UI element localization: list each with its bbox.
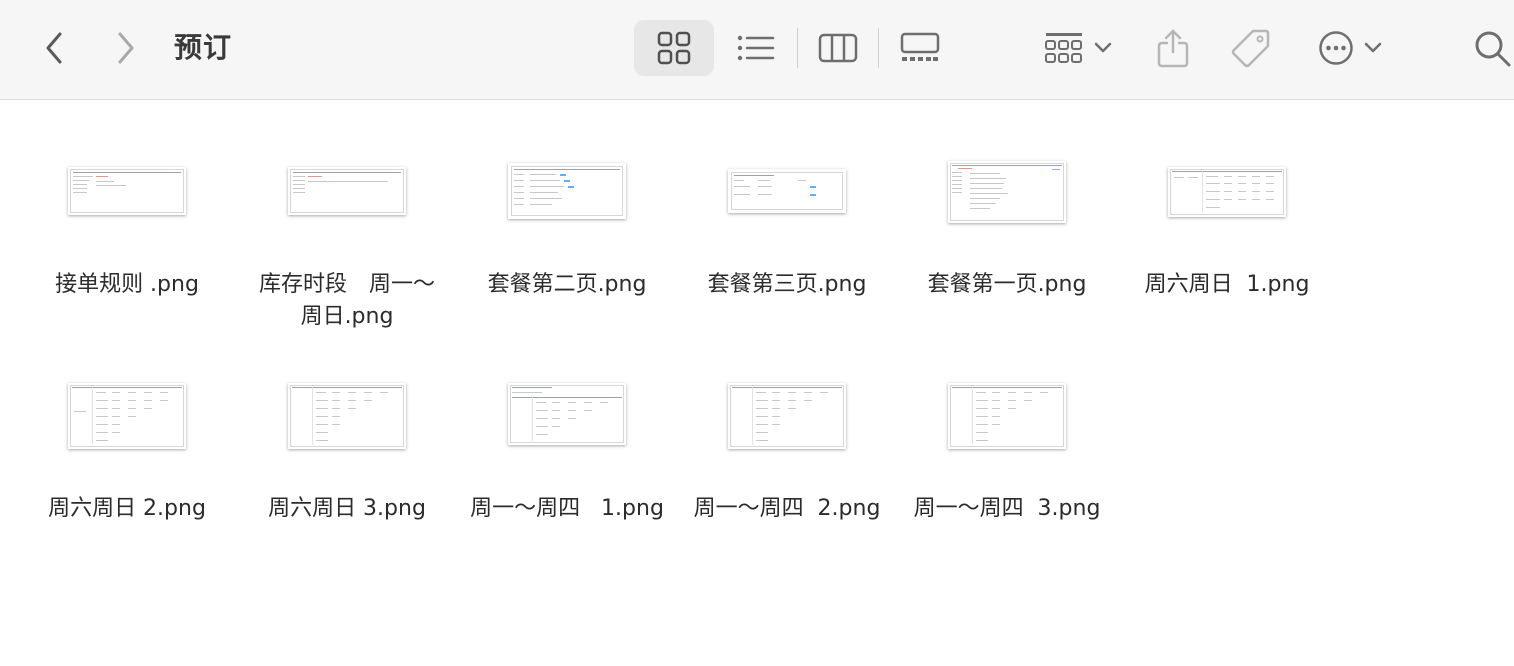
file-name: 套餐第二页.png [487, 272, 647, 297]
file-name: 周一～周四 3.png [913, 496, 1101, 521]
file-thumbnail [948, 161, 1066, 223]
gallery-view-button[interactable] [890, 20, 950, 76]
file-name: 周六周日 2.png [48, 496, 206, 521]
gallery-view-icon [900, 32, 940, 61]
share-icon [1157, 29, 1189, 68]
more-actions-button[interactable] [1310, 20, 1390, 76]
file-name: 周六周日 3.png [268, 496, 426, 521]
window-title: 预订 [174, 31, 233, 64]
file-item[interactable]: 周一～周四 1.png [462, 325, 672, 525]
column-view-icon [818, 33, 858, 63]
file-thumbnail [728, 169, 846, 213]
file-name: 周六周日 1.png [1144, 272, 1310, 297]
file-name: 库存时段 周一～ 周日.png [258, 272, 435, 329]
file-name: 接单规则 .png [55, 272, 199, 297]
toolbar-divider [878, 28, 879, 68]
file-item[interactable]: 周六周日 1.png [1122, 101, 1332, 301]
group-by-button[interactable] [1036, 20, 1120, 76]
finder-toolbar: 预订 [0, 0, 1514, 100]
search-icon [1475, 31, 1511, 67]
chevron-right-icon [118, 32, 134, 64]
list-view-button[interactable] [726, 20, 786, 76]
icon-view-button[interactable] [634, 20, 714, 76]
file-name: 周一～周四 2.png [693, 496, 881, 521]
tag-icon [1231, 29, 1270, 68]
column-view-button[interactable] [808, 20, 868, 76]
chevron-down-icon [1094, 42, 1112, 53]
file-thumbnail [1168, 167, 1286, 217]
file-item[interactable]: 周六周日 2.png [22, 325, 232, 525]
file-grid: 接单规则 .png 库存时段 周一～ 周日.png 套餐第二页.png 套餐第三… [0, 101, 1514, 666]
share-button[interactable] [1148, 20, 1198, 76]
file-item[interactable]: 接单规则 .png [22, 101, 232, 301]
group-by-icon [1045, 33, 1082, 63]
file-name: 周一～周四 1.png [470, 496, 664, 521]
file-thumbnail [508, 383, 626, 445]
file-thumbnail [948, 383, 1066, 449]
file-thumbnail [288, 383, 406, 449]
toolbar-divider [797, 28, 798, 68]
tags-button[interactable] [1226, 20, 1276, 76]
chevron-down-icon [1364, 42, 1382, 53]
back-button[interactable] [34, 26, 74, 70]
file-thumbnail [728, 383, 846, 449]
file-item[interactable]: 周一～周四 3.png [902, 325, 1112, 525]
file-name: 套餐第三页.png [707, 272, 867, 297]
forward-button[interactable] [106, 26, 146, 70]
file-item[interactable]: 库存时段 周一～ 周日.png [242, 101, 452, 329]
file-item[interactable]: 周六周日 3.png [242, 325, 452, 525]
ellipsis-circle-icon [1319, 31, 1353, 65]
search-button[interactable] [1470, 20, 1514, 76]
list-view-icon [737, 35, 775, 61]
file-item[interactable]: 套餐第二页.png [462, 101, 672, 301]
file-thumbnail [68, 383, 186, 449]
file-item[interactable]: 套餐第三页.png [682, 101, 892, 301]
file-item[interactable]: 周一～周四 2.png [682, 325, 892, 525]
file-name: 套餐第一页.png [927, 272, 1087, 297]
grid-view-icon [657, 31, 691, 65]
file-thumbnail [68, 167, 186, 215]
file-item[interactable]: 套餐第一页.png [902, 101, 1112, 301]
file-thumbnail [288, 167, 406, 215]
file-thumbnail [508, 163, 626, 219]
chevron-left-icon [46, 32, 62, 64]
